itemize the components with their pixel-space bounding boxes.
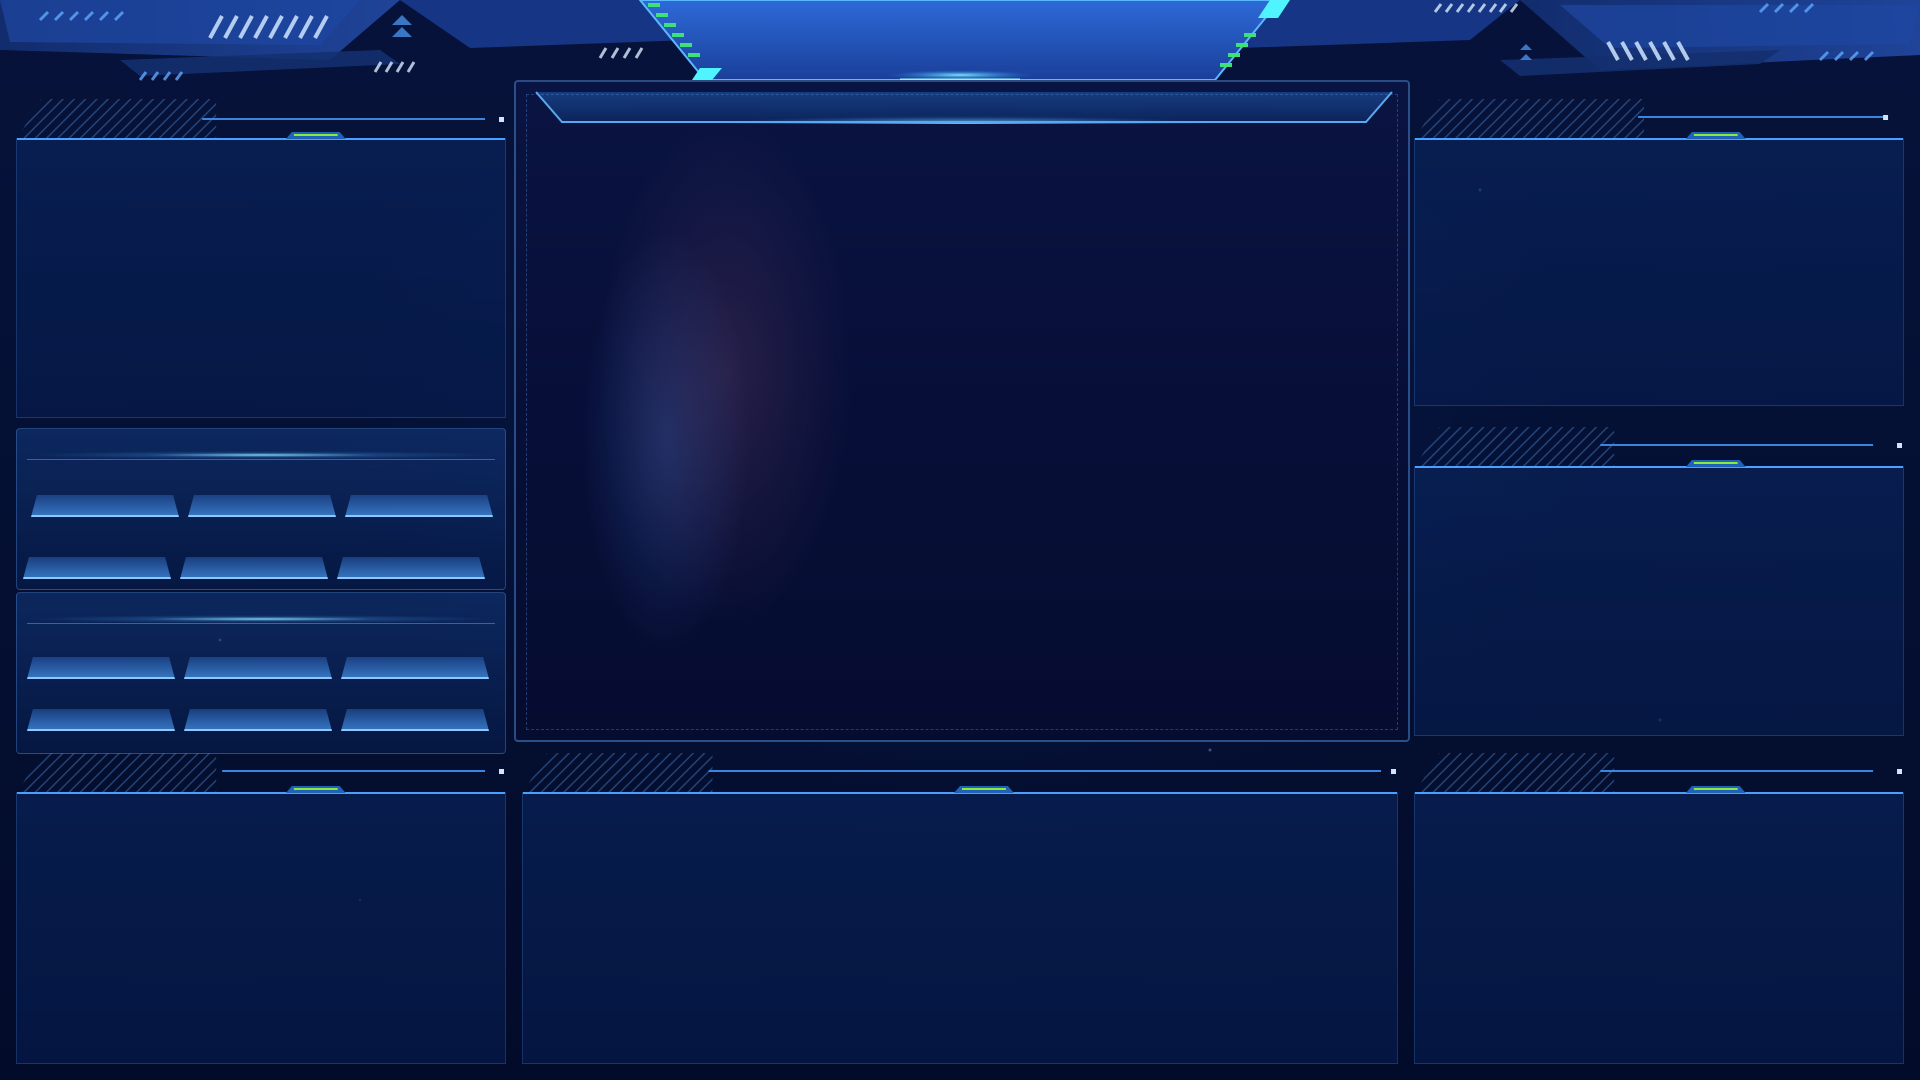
- corner-dot-icon: [1897, 443, 1903, 448]
- panel-header: [17, 753, 505, 795]
- panel-header: [523, 753, 1397, 795]
- top-header-bar: [0, 0, 1920, 82]
- group1-button-5[interactable]: [180, 557, 328, 579]
- group2-button-1[interactable]: [27, 657, 175, 679]
- group1-button-4[interactable]: [23, 557, 171, 579]
- panel-header: [1415, 427, 1903, 469]
- group1-button-3[interactable]: [345, 495, 493, 517]
- panel-header: [17, 99, 505, 141]
- corner-dot-icon: [1391, 769, 1397, 774]
- dashboard-screen: [0, 0, 1920, 1080]
- group2-button-6[interactable]: [341, 709, 489, 731]
- viewport-inner-border: [526, 94, 1398, 730]
- panel-left-bottom: [16, 753, 506, 1064]
- panel-center-bottom: [522, 753, 1398, 1064]
- panel-right-top: [1414, 99, 1904, 406]
- button-group-1: [16, 428, 506, 590]
- corner-dot-icon: [499, 117, 505, 122]
- group2-button-2[interactable]: [184, 657, 332, 679]
- panel-right-middle: [1414, 427, 1904, 736]
- button-group-2: [16, 592, 506, 754]
- center-viewport: [514, 80, 1410, 742]
- group1-button-2[interactable]: [188, 495, 336, 517]
- group2-button-4[interactable]: [27, 709, 175, 731]
- group-glow-divider: [27, 451, 495, 460]
- group-glow-divider: [27, 615, 495, 624]
- group2-button-5[interactable]: [184, 709, 332, 731]
- corner-dot-icon: [1883, 115, 1889, 120]
- group1-button-1[interactable]: [31, 495, 179, 517]
- panel-header: [1415, 99, 1903, 141]
- corner-dot-icon: [1897, 769, 1903, 774]
- panel-left-top: [16, 99, 506, 418]
- corner-dot-icon: [499, 769, 505, 774]
- group1-button-6[interactable]: [337, 557, 485, 579]
- panel-right-bottom: [1414, 753, 1904, 1064]
- group2-button-3[interactable]: [341, 657, 489, 679]
- panel-header: [1415, 753, 1903, 795]
